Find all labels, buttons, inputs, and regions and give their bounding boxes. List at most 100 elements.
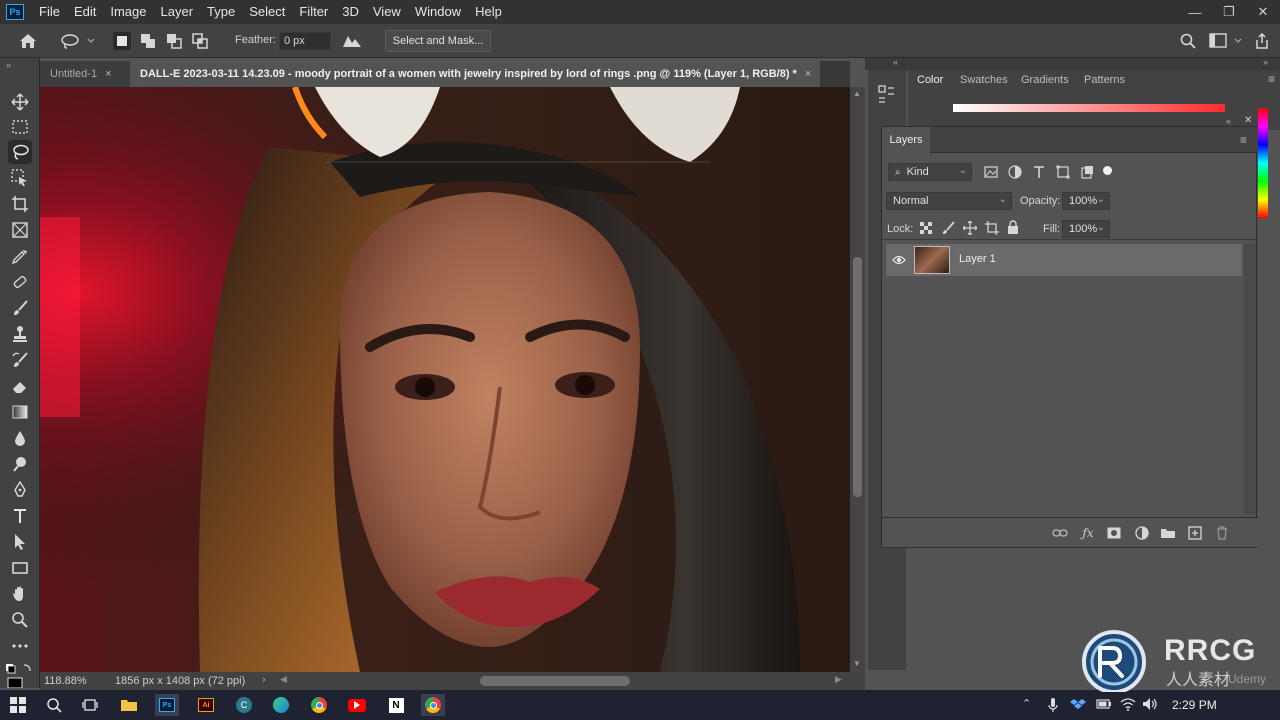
horizontal-scroll-thumb[interactable] xyxy=(480,676,630,686)
close-tab-icon[interactable]: × xyxy=(105,68,111,80)
gradient-tool-icon[interactable] xyxy=(8,400,32,424)
notion-icon[interactable]: N xyxy=(384,694,408,716)
path-selection-tool-icon[interactable] xyxy=(8,530,32,554)
close-window-button[interactable]: ✕ xyxy=(1246,0,1280,24)
restore-button[interactable]: ❐ xyxy=(1212,0,1246,24)
volume-icon[interactable] xyxy=(1142,697,1158,714)
select-and-mask-button[interactable]: Select and Mask... xyxy=(385,30,491,52)
tab-color[interactable]: Color xyxy=(917,74,943,86)
blend-mode-select[interactable]: Normal ⌄ xyxy=(886,192,1012,210)
search-icon[interactable] xyxy=(42,694,66,716)
menu-type[interactable]: Type xyxy=(200,0,242,24)
filter-pixel-icon[interactable] xyxy=(984,165,998,182)
crop-tool-icon[interactable] xyxy=(8,192,32,216)
blur-tool-icon[interactable] xyxy=(8,426,32,450)
filter-smart-object-icon[interactable] xyxy=(1080,165,1094,182)
tab-untitled-1[interactable]: Untitled-1 × xyxy=(40,61,130,87)
filter-adjustment-icon[interactable] xyxy=(1008,165,1022,182)
filter-shape-icon[interactable] xyxy=(1056,165,1070,182)
layers-menu-icon[interactable]: ≡ xyxy=(1240,133,1247,147)
youtube-icon[interactable] xyxy=(345,694,369,716)
marquee-tool-icon[interactable] xyxy=(8,115,32,139)
photoshop-taskbar-icon[interactable]: Ps xyxy=(155,694,179,716)
new-group-icon[interactable] xyxy=(1160,525,1176,541)
feather-input[interactable] xyxy=(279,32,331,50)
chrome-browser-icon[interactable] xyxy=(307,694,331,716)
delete-layer-icon[interactable] xyxy=(1214,525,1230,541)
eyedropper-tool-icon[interactable] xyxy=(8,244,32,268)
task-view-icon[interactable] xyxy=(78,694,102,716)
zoom-tool-icon[interactable] xyxy=(8,608,32,632)
pen-tool-icon[interactable] xyxy=(8,478,32,502)
lock-position-icon[interactable] xyxy=(962,220,978,238)
filter-toggle-icon[interactable] xyxy=(1103,166,1112,175)
lock-artboard-icon[interactable] xyxy=(985,221,999,238)
file-explorer-icon[interactable] xyxy=(117,694,141,716)
hue-slider[interactable] xyxy=(1258,108,1268,218)
hand-tool-icon[interactable] xyxy=(8,582,32,606)
brush-tool-icon[interactable] xyxy=(8,296,32,320)
dropbox-icon[interactable] xyxy=(1070,697,1086,716)
history-brush-tool-icon[interactable] xyxy=(8,348,32,372)
rectangle-tool-icon[interactable] xyxy=(8,556,32,580)
zoom-level[interactable]: 118.88% xyxy=(44,675,87,687)
search-icon[interactable] xyxy=(1178,31,1198,51)
scroll-up-icon[interactable]: ▲ xyxy=(853,89,861,98)
subtract-from-selection-icon[interactable] xyxy=(165,32,183,50)
color-ramp[interactable] xyxy=(953,104,1225,112)
chrome-profile-icon[interactable] xyxy=(421,694,445,716)
tab-layers[interactable]: Layers xyxy=(882,127,930,153)
color-panel-menu-icon[interactable]: ≡ xyxy=(1268,72,1275,86)
document-canvas[interactable] xyxy=(40,87,850,672)
tab-active-document[interactable]: DALL-E 2023-03-11 14.23.09 - moody portr… xyxy=(130,61,820,87)
dodge-tool-icon[interactable] xyxy=(8,452,32,476)
layers-scrollbar[interactable] xyxy=(1244,244,1256,514)
status-menu-arrow[interactable]: › xyxy=(262,674,266,686)
tab-patterns[interactable]: Patterns xyxy=(1084,74,1125,86)
workspace-icon[interactable] xyxy=(1208,31,1244,51)
lock-transparent-icon[interactable] xyxy=(920,222,932,237)
move-tool-icon[interactable] xyxy=(8,90,32,114)
battery-icon[interactable] xyxy=(1096,698,1112,713)
clone-stamp-tool-icon[interactable] xyxy=(8,322,32,346)
visibility-eye-icon[interactable] xyxy=(892,254,906,268)
scroll-left-icon[interactable]: ◀ xyxy=(280,674,287,685)
new-selection-icon[interactable] xyxy=(113,32,131,50)
lock-pixels-icon[interactable] xyxy=(942,221,956,238)
menu-filter[interactable]: Filter xyxy=(292,0,335,24)
layer-filter-kind-select[interactable]: ⌕ Kind ⌄ xyxy=(888,163,972,181)
vertical-scroll-thumb[interactable] xyxy=(853,257,862,497)
lasso-tool-preset-icon[interactable] xyxy=(58,31,98,51)
collapse-panels-icon[interactable]: » xyxy=(1263,57,1268,67)
history-panel-icon[interactable] xyxy=(878,84,896,107)
menu-select[interactable]: Select xyxy=(242,0,292,24)
layer-row[interactable]: Layer 1 xyxy=(886,244,1242,276)
filter-type-icon[interactable] xyxy=(1032,165,1046,182)
type-tool-icon[interactable] xyxy=(8,504,32,528)
scroll-right-icon[interactable]: ▶ xyxy=(835,674,842,685)
app-c-taskbar-icon[interactable]: C xyxy=(232,694,256,716)
fx-icon[interactable]: ƒx xyxy=(1080,525,1096,541)
home-icon[interactable] xyxy=(18,31,38,51)
tab-gradients[interactable]: Gradients xyxy=(1021,74,1069,86)
fill-input[interactable]: 100% ⌄ xyxy=(1062,220,1110,238)
scroll-down-icon[interactable]: ▼ xyxy=(853,659,861,668)
more-tools-icon[interactable] xyxy=(8,634,32,658)
tray-overflow-icon[interactable]: ⌃ xyxy=(1022,697,1031,710)
lasso-tool-icon[interactable] xyxy=(8,140,32,164)
minimize-button[interactable]: — xyxy=(1178,0,1212,24)
lock-all-icon[interactable] xyxy=(1007,220,1019,237)
object-selection-tool-icon[interactable] xyxy=(8,166,32,190)
add-mask-icon[interactable] xyxy=(1106,525,1122,541)
intersect-selection-icon[interactable] xyxy=(191,32,209,50)
add-to-selection-icon[interactable] xyxy=(139,32,157,50)
menu-edit[interactable]: Edit xyxy=(67,0,103,24)
color-swatches-icon[interactable] xyxy=(4,662,36,689)
collapse-layers-icon[interactable]: « xyxy=(1226,116,1231,126)
new-layer-icon[interactable] xyxy=(1187,525,1203,541)
wifi-icon[interactable] xyxy=(1120,697,1136,714)
expand-panels-icon[interactable]: « xyxy=(893,57,898,67)
frame-tool-icon[interactable] xyxy=(8,218,32,242)
edge-browser-icon[interactable] xyxy=(269,694,293,716)
collapse-toolbar-icon[interactable]: » xyxy=(6,60,11,70)
